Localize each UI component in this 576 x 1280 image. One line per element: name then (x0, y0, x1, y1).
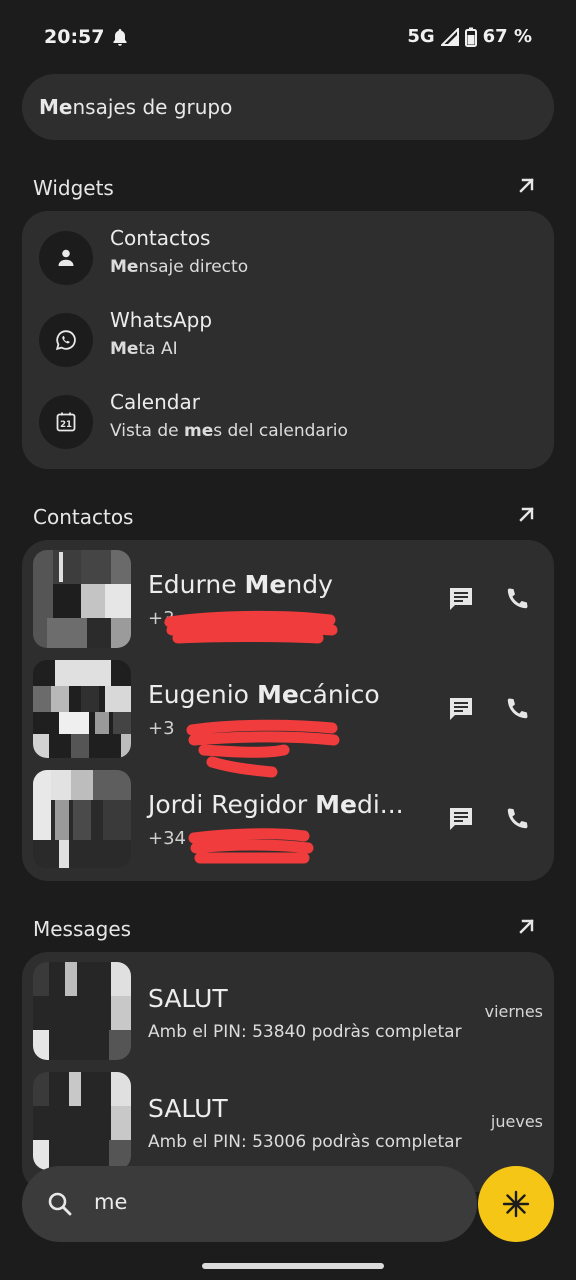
widgets-card: Contactos Mensaje directo WhatsApp Meta … (22, 211, 554, 469)
message-sender: SALUT (148, 1094, 228, 1123)
assistant-fab-button[interactable] (478, 1166, 554, 1242)
contact-name: Jordi Regidor Medi... (148, 790, 404, 819)
message-snippet: Amb el PIN: 53840 podràs completar (148, 1022, 462, 1042)
message-date: jueves (490, 1112, 543, 1131)
contact-name: Eugenio Mecánico (148, 680, 380, 709)
contacts-icon (39, 231, 93, 285)
redaction-scribble (164, 610, 338, 644)
message-item[interactable]: SALUT Amb el PIN: 53006 podràs completar… (22, 1062, 554, 1172)
battery-percent: 67 % (482, 26, 532, 47)
open-widgets-arrow-icon[interactable] (512, 172, 540, 200)
widgets-title: Widgets (33, 176, 114, 200)
contact-avatar (33, 550, 131, 648)
contact-item[interactable]: Jordi Regidor Medi... +34 (22, 760, 554, 870)
message-icon[interactable] (446, 694, 476, 724)
widget-title: Contactos (110, 226, 211, 250)
contact-avatar (33, 660, 131, 758)
widget-title: WhatsApp (110, 308, 213, 332)
network-type: 5G (407, 26, 435, 47)
contacts-title: Contactos (33, 505, 134, 529)
message-icon[interactable] (446, 804, 476, 834)
calendar-icon: 21 (39, 395, 93, 449)
widget-title: Calendar (110, 390, 200, 414)
widget-item-calendar[interactable]: 21 Calendar Vista de mes del calendario (22, 382, 554, 462)
widget-subtitle: Meta AI (110, 339, 178, 359)
suggestion-match: Me (39, 95, 73, 119)
call-icon[interactable] (502, 694, 532, 724)
battery-icon (464, 27, 477, 47)
contact-number: +3 (148, 718, 175, 739)
home-indicator[interactable] (202, 1263, 384, 1269)
status-bar: 20:57 5G 67 % (0, 0, 576, 76)
message-icon[interactable] (446, 584, 476, 614)
widget-item-contactos[interactable]: Contactos Mensaje directo (22, 218, 554, 298)
redaction-scribble (188, 828, 314, 864)
status-indicators: 5G 67 % (407, 26, 532, 47)
widget-item-whatsapp[interactable]: WhatsApp Meta AI (22, 300, 554, 380)
search-suggestion[interactable]: Me nsajes de grupo (22, 74, 554, 140)
message-sender: SALUT (148, 984, 228, 1013)
message-snippet: Amb el PIN: 53006 podràs completar (148, 1132, 462, 1152)
contact-item[interactable]: Edurne Mendy +3 (22, 540, 554, 650)
status-time: 20:57 (44, 26, 105, 48)
svg-text:21: 21 (60, 420, 72, 430)
messages-title: Messages (33, 917, 132, 941)
widgets-section-header: Widgets (0, 170, 576, 210)
search-input[interactable]: me (94, 1190, 127, 1214)
message-avatar (33, 962, 131, 1060)
messages-card: SALUT Amb el PIN: 53840 podràs completar… (22, 952, 554, 1192)
search-bar[interactable]: me (22, 1166, 477, 1242)
messages-section-header: Messages (0, 911, 576, 951)
sparkle-icon (502, 1190, 530, 1218)
widget-subtitle: Vista de mes del calendario (110, 421, 348, 441)
contact-name: Edurne Mendy (148, 570, 333, 599)
contacts-section-header: Contactos (0, 499, 576, 539)
widget-subtitle: Mensaje directo (110, 257, 249, 277)
contact-avatar (33, 770, 131, 868)
call-icon[interactable] (502, 584, 532, 614)
notification-bell-icon (113, 29, 127, 46)
whatsapp-icon (39, 313, 93, 367)
contact-number: +34 (148, 828, 186, 849)
open-messages-arrow-icon[interactable] (512, 913, 540, 941)
contacts-card: Edurne Mendy +3 Eugenio Mecánico +3 Jord… (22, 540, 554, 881)
suggestion-text: nsajes de grupo (72, 95, 233, 119)
message-item[interactable]: SALUT Amb el PIN: 53840 podràs completar… (22, 952, 554, 1062)
search-icon (48, 1192, 72, 1216)
message-avatar (33, 1072, 131, 1170)
message-date: viernes (484, 1002, 543, 1021)
signal-icon (440, 27, 459, 46)
call-icon[interactable] (502, 804, 532, 834)
open-contacts-arrow-icon[interactable] (512, 501, 540, 529)
contact-item[interactable]: Eugenio Mecánico +3 (22, 650, 554, 778)
